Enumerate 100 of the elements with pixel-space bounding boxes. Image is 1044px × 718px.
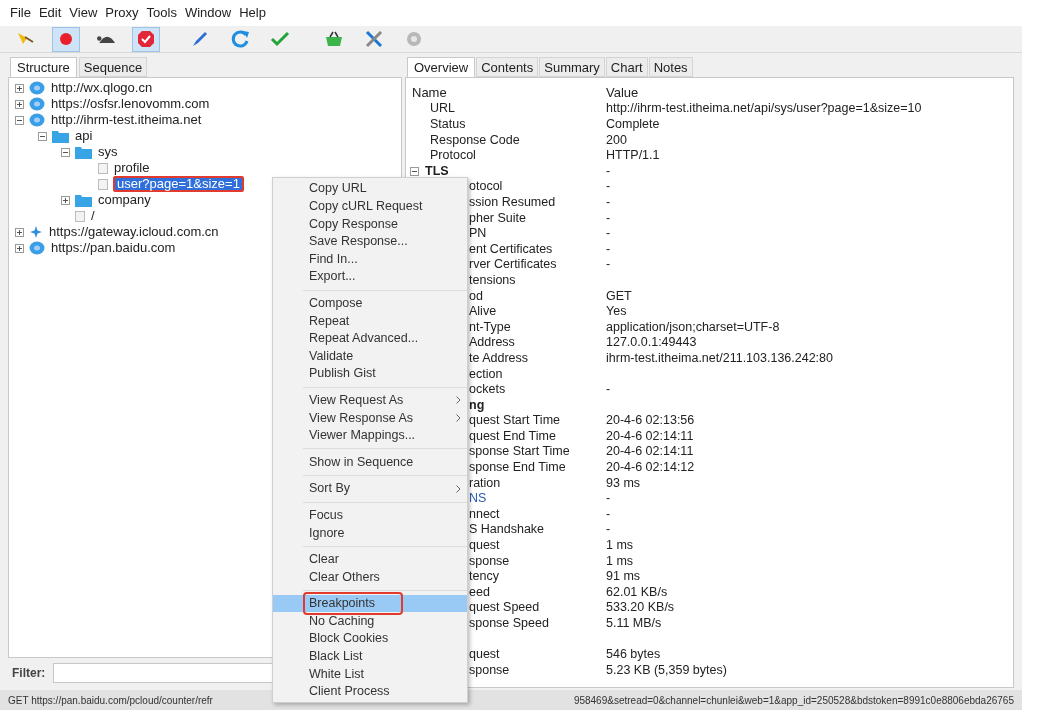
row-value: 20-4-6 02:13:56 [606, 412, 695, 430]
menu-item[interactable]: Copy Response [273, 215, 467, 233]
menu-item[interactable]: Copy cURL Request [273, 197, 467, 216]
menu-item[interactable]: Compose [273, 294, 467, 313]
row-value: HTTP/1.1 [606, 147, 660, 165]
row-value: 91 ms [606, 568, 641, 586]
menu-item[interactable]: Clear Others [273, 568, 467, 586]
row-name: quest Start Time [469, 412, 560, 430]
row-value: GET [606, 287, 632, 305]
expand-icon[interactable] [15, 227, 24, 237]
globe-icon [29, 241, 45, 255]
toolbar-button[interactable] [132, 26, 160, 52]
row-value: 533.20 KB/s [606, 599, 675, 617]
menu-item[interactable]: View Request As [273, 391, 467, 410]
menu-item[interactable]: White List [273, 665, 467, 683]
row-name: te Address [469, 349, 529, 367]
folder-icon [75, 145, 92, 159]
expand-icon[interactable] [15, 83, 24, 93]
row-name: S Handshake [469, 521, 545, 539]
menu-item[interactable]: Save Response... [273, 232, 467, 251]
row-name: ent Certificates [469, 240, 553, 258]
row-name: otocol [469, 178, 503, 196]
globe-icon [29, 81, 45, 95]
menu-item[interactable]: Help [239, 3, 266, 23]
row-value: 62.01 KB/s [606, 583, 668, 601]
row-name: nnect [469, 505, 500, 523]
menu-item[interactable]: Black List [273, 647, 467, 666]
collapse-icon[interactable] [15, 115, 24, 125]
turtle-icon [97, 34, 115, 44]
row-value: - [606, 381, 611, 399]
row-value: 5.11 MB/s [606, 615, 662, 632]
document-icon [98, 178, 108, 190]
tab[interactable]: Sequence [78, 57, 148, 77]
menu-item[interactable]: Window [184, 3, 232, 23]
collapse-icon[interactable] [61, 147, 70, 157]
folder-icon [75, 193, 92, 207]
menu-item[interactable]: Clear [273, 550, 467, 569]
menu-item[interactable]: Sort By [273, 479, 467, 498]
toolbar-button[interactable] [52, 26, 80, 52]
menu-item[interactable]: Export... [273, 267, 467, 286]
tree-item[interactable]: user?page=1&size=1 [113, 176, 244, 192]
menu-item[interactable]: View Response As [273, 409, 467, 427]
tab[interactable]: Overview [407, 57, 476, 78]
chevron-right-icon [456, 484, 461, 493]
menu-item[interactable]: Ignore [273, 524, 467, 542]
row-name: od [469, 287, 483, 305]
row-name: nt-Type [469, 318, 511, 336]
row-value: 1 ms [606, 552, 634, 570]
row-value: - [606, 209, 611, 227]
row-value: http://ihrm-test.itheima.net/api/sys/user?page=1&size=10 [606, 100, 922, 118]
menu-item[interactable]: No Caching [273, 612, 467, 631]
row-name: pher Suite [469, 209, 526, 227]
menu-item[interactable]: File [10, 3, 31, 23]
menu-item[interactable]: Repeat [273, 312, 467, 330]
menu-item[interactable]: Focus [273, 506, 467, 525]
menu-item[interactable]: Block Cookies [273, 630, 467, 648]
tab[interactable]: Contents [476, 57, 539, 77]
row-value: Yes [606, 303, 627, 321]
menu-item[interactable]: Proxy [105, 3, 139, 23]
tab[interactable]: Chart [605, 57, 648, 77]
status-text: GET https://pan.baidu.com/pcloud/counter/refr [8, 693, 213, 708]
globe-icon [29, 97, 45, 111]
expand-icon[interactable] [61, 195, 70, 205]
star-icon [29, 225, 43, 239]
menu-item[interactable]: Find In... [273, 250, 467, 268]
row-value: 20-4-6 02:14:12 [606, 459, 695, 477]
row-name: sponse Speed [469, 615, 549, 632]
row-value: 200 [606, 131, 627, 149]
document-icon [75, 210, 85, 222]
menu-item[interactable]: Breakpoints [273, 594, 467, 613]
tab[interactable]: Notes [648, 57, 693, 77]
menu-item[interactable]: Copy URL [273, 180, 467, 198]
menu-item[interactable]: Show in Sequence [273, 453, 467, 471]
collapse-icon[interactable] [38, 131, 47, 141]
row-name: quest Speed [469, 599, 540, 617]
menu-item[interactable]: Edit [38, 3, 62, 23]
row-name: quest [469, 537, 500, 555]
menu-item[interactable]: Viewer Mappings... [273, 426, 467, 445]
tree-item[interactable]: company [97, 190, 152, 210]
tab[interactable]: Summary [539, 57, 605, 77]
row-value: - [606, 240, 611, 258]
expand-icon[interactable] [15, 243, 24, 253]
row-name: eed [469, 583, 490, 601]
menu-item[interactable]: Validate [273, 347, 467, 365]
row-name: Response Code [430, 131, 520, 149]
status-text: 958469&setread=0&channel=chunlei&web=1&app_id=250528&bdstoken=8991c0e8806ebda26765 [573, 693, 1014, 708]
menu-item[interactable]: Client Process [273, 682, 467, 701]
menu-item[interactable]: View [69, 3, 98, 23]
tab[interactable]: Structure [10, 57, 77, 78]
menu-item[interactable]: Publish Gist [273, 364, 467, 383]
row-value: ihrm-test.itheima.net/211.103.136.242:80 [606, 349, 833, 367]
expand-icon[interactable] [15, 99, 24, 109]
collapse-icon[interactable] [410, 166, 419, 176]
row-value: 546 bytes [606, 646, 661, 664]
row-value: - [606, 490, 611, 508]
row-name: quest [469, 646, 500, 664]
menu-item[interactable]: Tools [146, 3, 177, 23]
row-name: tency [469, 568, 499, 586]
menu-item[interactable]: Repeat Advanced... [273, 329, 467, 348]
row-name: ockets [469, 381, 506, 399]
